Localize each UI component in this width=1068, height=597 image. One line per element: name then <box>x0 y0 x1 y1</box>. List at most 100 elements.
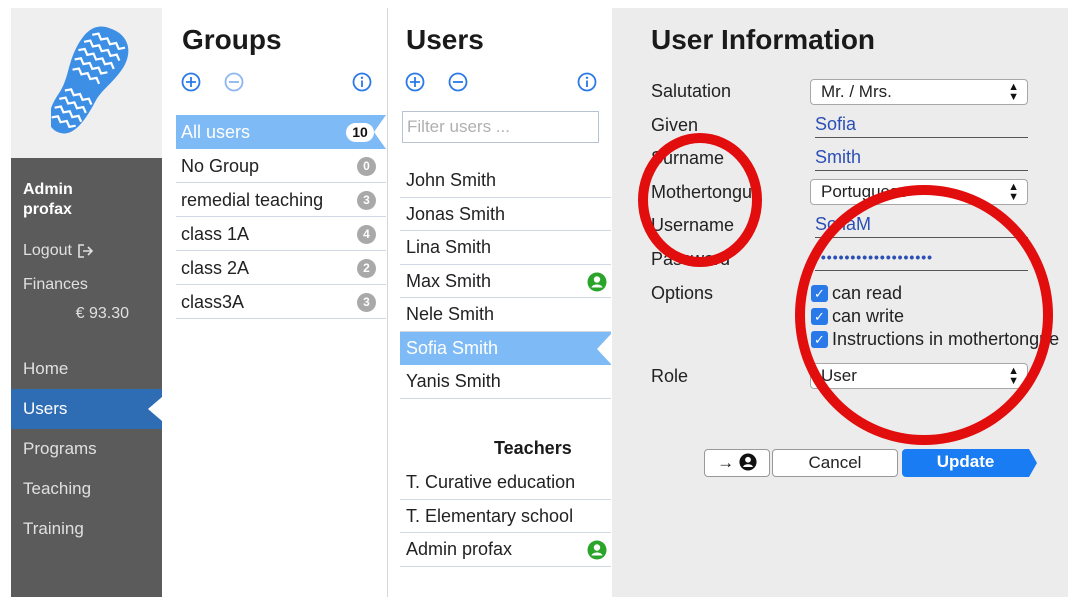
given-name-field[interactable]: Sofia <box>815 112 1028 138</box>
main-nav: Home Users Programs Teaching Training <box>11 349 162 549</box>
option-label: can write <box>832 306 905 326</box>
group-label: class3A <box>181 292 245 312</box>
select-arrows-icon: ▲ ▼ <box>1008 81 1019 103</box>
teacher-label: Admin profax <box>406 539 513 559</box>
password-field[interactable]: •••••••••••••••••••• <box>815 245 1028 271</box>
user-item-jonas-smith[interactable]: Jonas Smith <box>400 198 611 231</box>
group-label: No Group <box>181 156 260 176</box>
user-item-yanis-smith[interactable]: Yanis Smith <box>400 365 611 399</box>
logout-icon <box>78 244 94 258</box>
online-person-icon <box>587 540 607 560</box>
shoe-sole-logo-icon <box>51 26 129 134</box>
logo <box>11 8 162 158</box>
remove-group-icon[interactable] <box>224 72 244 92</box>
group-count-badge: 4 <box>357 225 376 244</box>
role-label: Role <box>651 366 689 386</box>
group-count-badge: 3 <box>357 293 376 312</box>
user-name-line1: Admin <box>23 181 73 198</box>
add-group-icon[interactable] <box>181 72 201 92</box>
group-item-all-users[interactable]: All users 10 <box>176 115 386 149</box>
users-info-icon[interactable] <box>577 72 597 92</box>
role-select[interactable]: User ▲ ▼ <box>810 363 1028 389</box>
teacher-item-admin-profax[interactable]: Admin profax <box>400 533 611 567</box>
nav-item-training[interactable]: Training <box>11 509 162 549</box>
user-item-john-smith[interactable]: John Smith <box>400 164 611 198</box>
surname-label: Surname <box>651 148 725 168</box>
password-label: Password <box>651 249 731 269</box>
group-item-class3a[interactable]: class3A 3 <box>176 285 386 319</box>
user-item-sofia-smith[interactable]: Sofia Smith <box>400 331 611 365</box>
option-label: Instructions in mothertongue <box>832 329 1060 349</box>
check-icon: ✓ <box>811 308 828 325</box>
nav-item-users[interactable]: Users <box>11 389 162 429</box>
nav-item-teaching[interactable]: Teaching <box>11 469 162 509</box>
users-title: Users <box>406 24 484 55</box>
group-label: remedial teaching <box>181 190 324 210</box>
groups-panel: Groups All users 10 No Group 0 remedial … <box>176 0 386 597</box>
check-icon: ✓ <box>811 285 828 302</box>
mothertongue-value: Portuguese <box>821 182 908 201</box>
select-arrows-icon: ▲ ▼ <box>1008 181 1019 203</box>
group-label: class 2A <box>181 258 250 278</box>
group-item-remedial-teaching[interactable]: remedial teaching 3 <box>176 183 386 217</box>
group-item-class-2a[interactable]: class 2A 2 <box>176 251 386 285</box>
update-button[interactable]: Update <box>902 449 1037 477</box>
option-instructions-mothertongue[interactable]: ✓ Instructions in mothertongue <box>811 329 1059 350</box>
group-label: class 1A <box>181 224 250 244</box>
teachers-heading: Teachers <box>494 438 572 458</box>
user-item-nele-smith[interactable]: Nele Smith <box>400 298 611 332</box>
option-can-read[interactable]: ✓ can read <box>811 283 902 304</box>
user-label: Max Smith <box>406 270 492 291</box>
group-count-badge: 10 <box>346 123 374 142</box>
sidebar: Admin profax Logout Finances € 93.30 Hom… <box>11 8 162 597</box>
salutation-label: Salutation <box>651 81 732 101</box>
username-field[interactable]: SofiaM <box>815 212 1028 238</box>
option-label: can read <box>832 283 903 303</box>
option-can-write[interactable]: ✓ can write <box>811 306 904 327</box>
user-information-panel: User Information Salutation Mr. / Mrs. ▲… <box>612 8 1068 597</box>
salutation-select[interactable]: Mr. / Mrs. ▲ ▼ <box>810 79 1028 105</box>
group-count-badge: 0 <box>357 157 376 176</box>
group-label: All users <box>181 122 251 142</box>
groups-title: Groups <box>182 24 282 55</box>
groups-info-icon[interactable] <box>352 72 372 92</box>
arrow-right-icon: → <box>717 453 735 472</box>
group-item-no-group[interactable]: No Group 0 <box>176 149 386 183</box>
teachers-list: T. Curative education T. Elementary scho… <box>400 466 612 567</box>
check-icon: ✓ <box>811 331 828 348</box>
cancel-button[interactable]: Cancel <box>772 449 898 477</box>
teacher-item-elementary[interactable]: T. Elementary school <box>400 500 611 533</box>
user-item-max-smith[interactable]: Max Smith <box>400 265 611 298</box>
user-name-line2: profax <box>23 201 72 218</box>
remove-user-icon[interactable] <box>448 72 468 92</box>
user-item-lina-smith[interactable]: Lina Smith <box>400 231 611 265</box>
finances-value: € 93.30 <box>75 305 129 322</box>
mothertongue-select[interactable]: Portuguese ▲ ▼ <box>810 179 1028 205</box>
online-person-icon <box>587 272 607 291</box>
person-icon <box>739 453 757 471</box>
groups-list: All users 10 No Group 0 remedial teachin… <box>176 115 386 319</box>
add-user-icon[interactable] <box>405 72 425 92</box>
options-label: Options <box>651 283 714 303</box>
group-count-badge: 2 <box>357 259 376 278</box>
nav-item-home[interactable]: Home <box>11 349 162 389</box>
mothertongue-label: Mothertongue <box>651 182 763 202</box>
group-count-badge: 3 <box>357 191 376 210</box>
nav-item-programs[interactable]: Programs <box>11 429 162 469</box>
teacher-item-curative[interactable]: T. Curative education <box>400 466 611 500</box>
current-user-name: Admin profax <box>23 180 73 220</box>
user-info-title: User Information <box>651 24 876 55</box>
username-label: Username <box>651 215 735 235</box>
login-as-user-button[interactable]: → <box>704 449 770 477</box>
role-value: User <box>821 366 857 385</box>
surname-field[interactable]: Smith <box>815 145 1028 171</box>
group-item-class-1a[interactable]: class 1A 4 <box>176 217 386 251</box>
salutation-value: Mr. / Mrs. <box>821 82 892 101</box>
logout-label: Logout <box>23 242 72 259</box>
filter-users-input[interactable] <box>402 111 599 143</box>
logout-link[interactable]: Logout <box>23 242 94 260</box>
users-list: John Smith Jonas Smith Lina Smith Max Sm… <box>400 164 612 399</box>
users-panel: Users John Smith Jonas Smith Lina Smith … <box>400 0 612 597</box>
given-label: Given <box>651 115 699 135</box>
finances-label: Finances <box>23 276 88 293</box>
